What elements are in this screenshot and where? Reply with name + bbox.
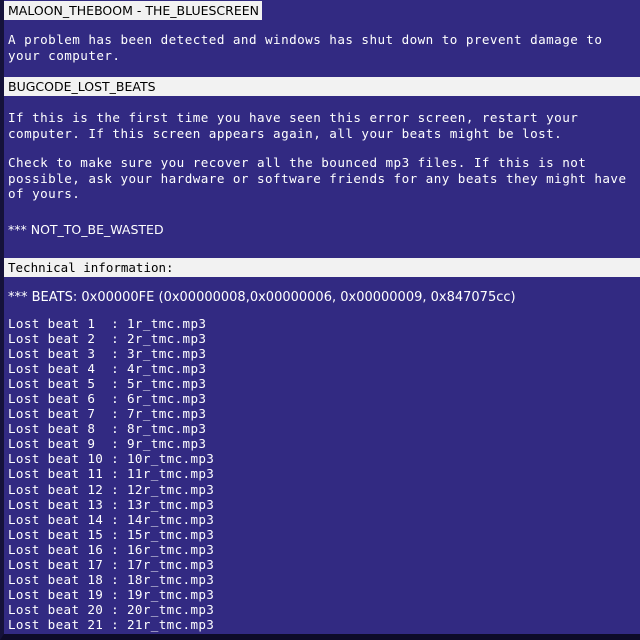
list-item: Lost beat 13 : 13r_tmc.mp3 — [8, 496, 215, 512]
advice-paragraph-1: If this is the first time you have seen … — [8, 110, 579, 141]
list-item: Lost beat 7 : 7r_tmc.mp3 — [8, 406, 207, 422]
list-item: Lost beat 8 : 8r_tmc.mp3 — [8, 421, 207, 437]
list-item: Lost beat 9 : 9r_tmc.mp3 — [8, 436, 207, 452]
list-item: Lost beat 16 : 16r_tmc.mp3 — [8, 541, 215, 557]
list-item: Lost beat 14 : 14r_tmc.mp3 — [8, 511, 215, 527]
list-item: Lost beat 20 : 20r_tmc.mp3 — [8, 602, 215, 618]
list-item: Lost beat 15 : 15r_tmc.mp3 — [8, 526, 215, 542]
list-item: Lost beat 19 : 19r_tmc.mp3 — [8, 587, 215, 603]
list-item: Lost beat 3 : 3r_tmc.mp3 — [8, 345, 207, 361]
stop-code-line: *** NOT_TO_BE_WASTED — [8, 221, 164, 237]
bluescreen-window: MALOON_THEBOOM - THE_BLUESCREEN A proble… — [0, 0, 640, 640]
list-item: Lost beat 18 : 18r_tmc.mp3 — [8, 572, 215, 588]
list-item: Lost beat 5 : 5r_tmc.mp3 — [8, 375, 207, 391]
list-item: Lost beat 10 : 10r_tmc.mp3 — [8, 451, 215, 467]
list-item: Lost beat 6 : 6r_tmc.mp3 — [8, 390, 207, 406]
intro-paragraph: A problem has been detected and windows … — [8, 32, 603, 63]
bugcode-banner: BUGCODE_LOST_BEATS — [4, 77, 640, 96]
technical-information-heading: Technical information: — [4, 257, 640, 277]
advice-paragraph-2: Check to make sure you recover all the b… — [8, 155, 627, 201]
window-title: MALOON_THEBOOM - THE_BLUESCREEN — [4, 1, 262, 20]
list-item: Lost beat 17 : 17r_tmc.mp3 — [8, 557, 215, 572]
list-item: Lost beat 11 : 11r_tmc.mp3 — [8, 466, 215, 482]
list-item: Lost beat 12 : 12r_tmc.mp3 — [8, 481, 215, 497]
beats-code-line: *** BEATS: 0x00000FE (0x00000008,0x00000… — [8, 289, 516, 305]
list-item: Lost beat 1 : 1r_tmc.mp3 — [8, 315, 207, 331]
list-item: Lost beat 21 : 21r_tmc.mp3 — [8, 617, 215, 633]
list-item: Lost beat 2 : 2r_tmc.mp3 — [8, 330, 207, 346]
lost-beats-list: Lost beat 1 : 1r_tmc.mp3 Lost beat 2 : 2… — [4, 316, 640, 633]
list-item: Lost beat 4 : 4r_tmc.mp3 — [8, 360, 207, 376]
titlebar-row: MALOON_THEBOOM - THE_BLUESCREEN — [4, 0, 640, 20]
